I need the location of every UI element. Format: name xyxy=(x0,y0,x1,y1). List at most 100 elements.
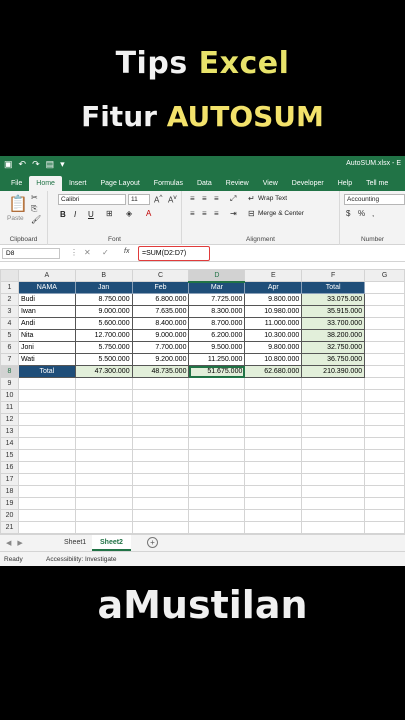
empty-cell[interactable] xyxy=(74,521,133,534)
align-top-icon[interactable]: ≡ xyxy=(190,194,195,203)
empty-cell[interactable] xyxy=(301,521,366,534)
value-cell[interactable]: 6.800.000 xyxy=(131,293,190,306)
name-cell[interactable]: Budi xyxy=(17,293,76,306)
empty-cell[interactable] xyxy=(17,389,76,402)
empty-cell[interactable] xyxy=(188,521,246,534)
tab-help[interactable]: Help xyxy=(331,180,359,191)
empty-cell[interactable] xyxy=(74,473,133,486)
empty-cell[interactable] xyxy=(74,449,133,462)
table-header-cell[interactable]: Total xyxy=(301,281,366,294)
grand-total-cell[interactable]: 210.390.000 xyxy=(301,365,366,378)
empty-cell[interactable] xyxy=(17,449,76,462)
empty-cell[interactable] xyxy=(131,389,190,402)
table-header-cell[interactable]: Mar xyxy=(188,281,246,294)
empty-cell[interactable] xyxy=(244,449,303,462)
column-header[interactable]: F xyxy=(301,269,366,282)
row-header[interactable]: 15 xyxy=(0,449,19,462)
fill-color-icon[interactable]: ◈ xyxy=(126,209,132,218)
empty-cell[interactable] xyxy=(364,425,405,438)
value-cell[interactable]: 10.300.000 xyxy=(244,329,303,342)
empty-cell[interactable] xyxy=(131,413,190,426)
row-header[interactable]: 11 xyxy=(0,401,19,414)
tab-view[interactable]: View xyxy=(256,180,285,191)
name-cell[interactable]: Joni xyxy=(17,341,76,354)
comma-style-icon[interactable]: , xyxy=(372,209,374,218)
value-cell[interactable]: 9.500.000 xyxy=(188,341,246,354)
empty-cell[interactable] xyxy=(188,389,246,402)
row-header[interactable]: 19 xyxy=(0,497,19,510)
underline-button[interactable]: U xyxy=(88,210,94,219)
empty-cell[interactable] xyxy=(301,509,366,522)
empty-cell[interactable] xyxy=(188,485,246,498)
empty-cell[interactable] xyxy=(301,413,366,426)
empty-cell[interactable] xyxy=(244,389,303,402)
empty-cell[interactable] xyxy=(364,521,405,534)
value-cell[interactable]: 11.000.000 xyxy=(244,317,303,330)
empty-cell[interactable] xyxy=(188,401,246,414)
empty-cell[interactable] xyxy=(17,509,76,522)
empty-cell[interactable] xyxy=(131,449,190,462)
empty-cell[interactable] xyxy=(301,473,366,486)
active-cell[interactable]: 51.675.000 xyxy=(188,365,246,378)
enter-icon[interactable]: ✓ xyxy=(102,248,109,257)
accessibility-status[interactable]: Accessibility: Investigate xyxy=(46,556,116,563)
name-box[interactable]: D8 xyxy=(2,248,60,259)
currency-icon[interactable]: $ xyxy=(346,209,350,218)
name-cell[interactable]: Andi xyxy=(17,317,76,330)
font-name-select[interactable]: Calibri xyxy=(58,194,126,205)
tab-formulas[interactable]: Formulas xyxy=(147,180,190,191)
paste-label[interactable]: Paste xyxy=(7,215,24,222)
empty-cell[interactable] xyxy=(17,437,76,450)
orientation-icon[interactable]: ⤢ xyxy=(230,194,236,204)
column-header-active[interactable]: D xyxy=(188,269,246,283)
formula-input[interactable]: =SUM(D2:D7) xyxy=(138,246,210,261)
value-cell[interactable]: 5.750.000 xyxy=(74,341,133,354)
cut-icon[interactable]: ✂ xyxy=(31,193,38,202)
undo-icon[interactable]: ↶ xyxy=(19,159,27,170)
italic-button[interactable]: I xyxy=(74,210,76,219)
table-header-cell[interactable]: NAMA xyxy=(17,281,76,294)
row-header[interactable]: 4 xyxy=(0,317,19,330)
empty-cell[interactable] xyxy=(364,317,405,330)
empty-cell[interactable] xyxy=(17,401,76,414)
row-header[interactable]: 9 xyxy=(0,377,19,390)
row-header[interactable]: 13 xyxy=(0,425,19,438)
value-cell[interactable]: 7.635.000 xyxy=(131,305,190,318)
align-center-icon[interactable]: ≡ xyxy=(202,209,207,218)
empty-cell[interactable] xyxy=(74,389,133,402)
empty-cell[interactable] xyxy=(244,461,303,474)
value-cell[interactable]: 6.200.000 xyxy=(188,329,246,342)
empty-cell[interactable] xyxy=(364,377,405,390)
empty-cell[interactable] xyxy=(74,485,133,498)
value-cell[interactable]: 7.700.000 xyxy=(131,341,190,354)
number-format-select[interactable]: Accounting xyxy=(344,194,405,205)
indent-icon[interactable]: ⇥ xyxy=(230,209,237,218)
total-cell[interactable]: 48.735.000 xyxy=(131,365,190,378)
row-total-cell[interactable]: 33.075.000 xyxy=(301,293,366,306)
tab-insert[interactable]: Insert xyxy=(62,180,94,191)
empty-cell[interactable] xyxy=(301,401,366,414)
empty-cell[interactable] xyxy=(244,401,303,414)
value-cell[interactable]: 7.725.000 xyxy=(188,293,246,306)
name-cell[interactable]: Wati xyxy=(17,353,76,366)
format-painter-icon[interactable]: 🖌 xyxy=(31,215,41,224)
empty-cell[interactable] xyxy=(131,485,190,498)
copy-icon[interactable]: ⎘ xyxy=(31,204,37,214)
row-header[interactable]: 10 xyxy=(0,389,19,402)
row-header[interactable]: 1 xyxy=(0,281,19,294)
table-header-cell[interactable]: Jan xyxy=(74,281,133,294)
tab-tell-me[interactable]: Tell me xyxy=(359,180,395,191)
value-cell[interactable]: 9.200.000 xyxy=(131,353,190,366)
empty-cell[interactable] xyxy=(17,461,76,474)
empty-cell[interactable] xyxy=(131,473,190,486)
empty-cell[interactable] xyxy=(364,281,405,294)
align-right-icon[interactable]: ≡ xyxy=(214,209,219,218)
font-color-icon[interactable]: A xyxy=(146,209,151,218)
tab-review[interactable]: Review xyxy=(219,180,256,191)
borders-icon[interactable]: ⊞ xyxy=(106,209,113,218)
row-total-cell[interactable]: 36.750.000 xyxy=(301,353,366,366)
empty-cell[interactable] xyxy=(74,377,133,390)
empty-cell[interactable] xyxy=(131,437,190,450)
empty-cell[interactable] xyxy=(17,497,76,510)
redo-icon[interactable]: ↷ xyxy=(32,159,40,170)
